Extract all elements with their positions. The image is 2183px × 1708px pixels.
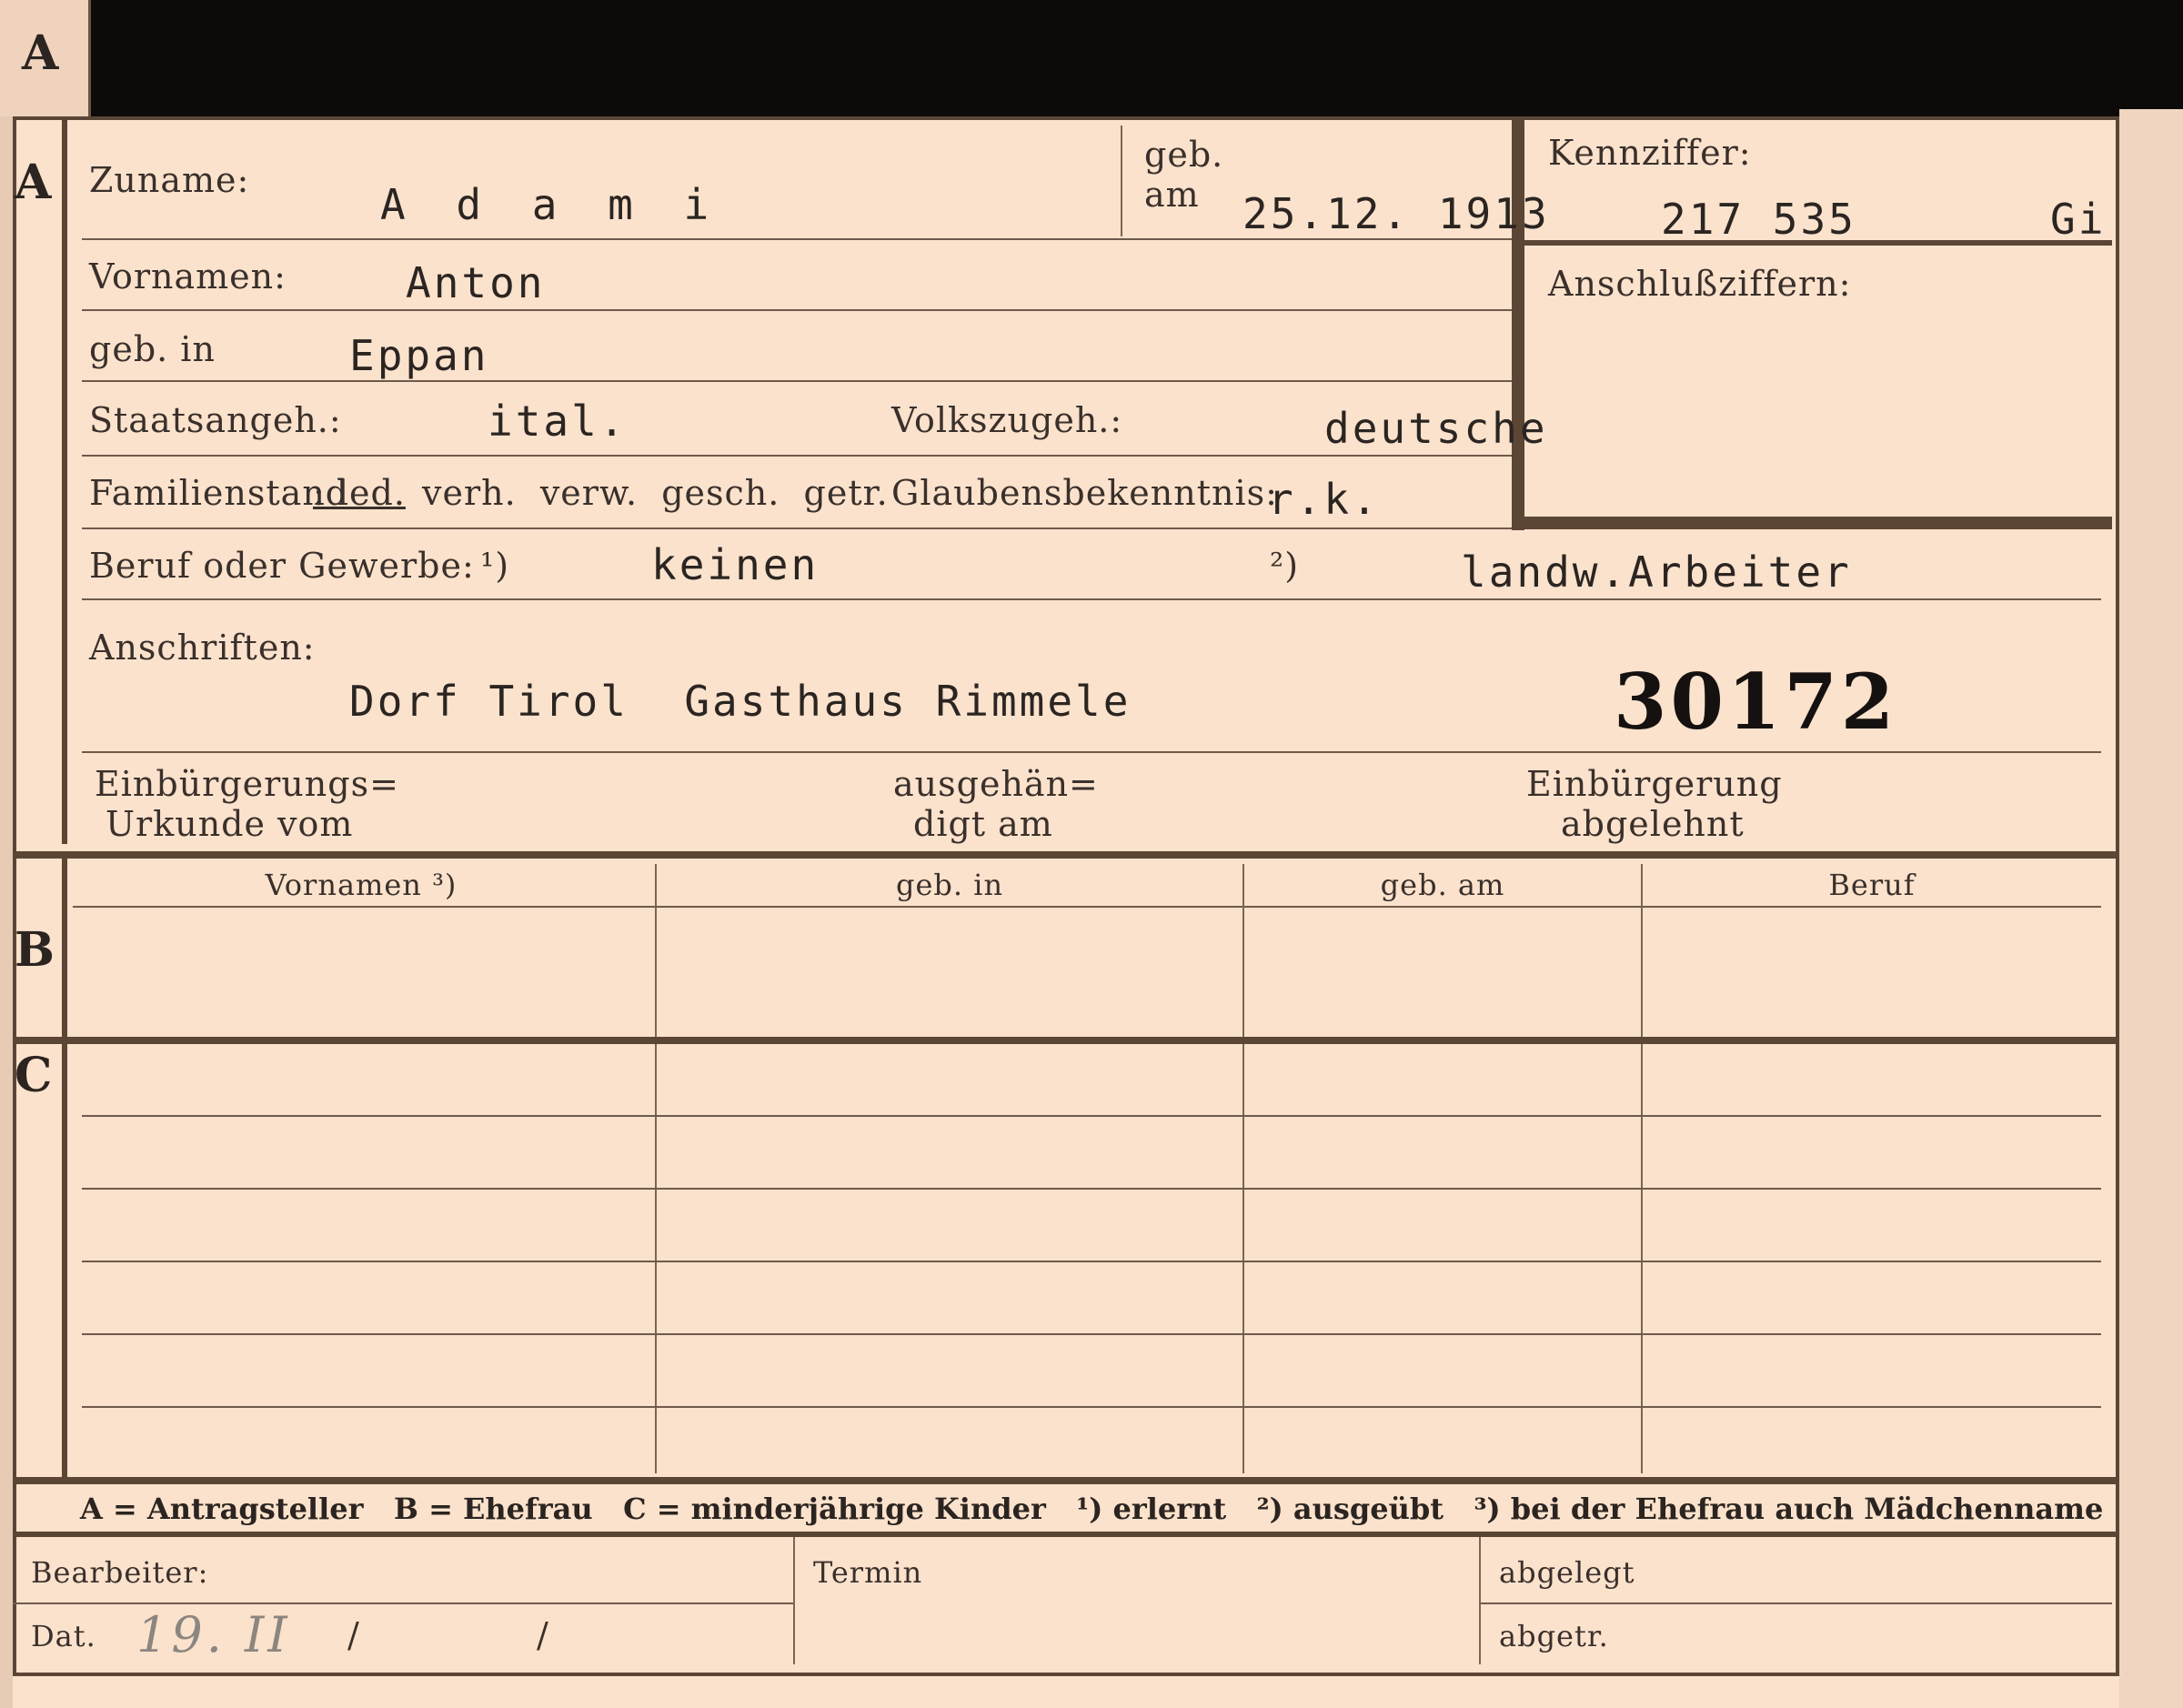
table-row-rule — [82, 1406, 2101, 1408]
reference-label: Kennziffer: — [1548, 133, 1752, 173]
born-on-value: 25.12. 1913 — [1242, 189, 1550, 238]
section-b-marker: B — [15, 922, 55, 978]
table-row-rule — [82, 1261, 2101, 1262]
ethnicity-label: Volkszugeh.: — [891, 400, 1123, 440]
handed-out-label-1: ausgehän= — [893, 764, 1099, 804]
naturalization-certificate-label-2: Urkunde vom — [106, 804, 354, 844]
handed-out-label-2: digt am — [913, 804, 1053, 844]
column-header-first-names: Vornamen ³) — [265, 868, 458, 902]
birthplace-label: geb. in — [89, 329, 216, 369]
born-on-label-2: am — [1144, 175, 1200, 215]
citizenship-value: ital. — [488, 397, 628, 446]
religion-label: Glaubensbekenntnis: — [891, 473, 1278, 513]
occupation-mark-practiced: ²) — [1270, 546, 1300, 586]
index-tab: A — [0, 0, 91, 116]
connection-numbers-label: Anschlußziffern: — [1548, 264, 1852, 304]
surname-label: Zuname: — [89, 160, 250, 200]
file-number-stamp: 30172 — [1614, 657, 1898, 747]
legend-top-separator — [13, 1477, 2119, 1484]
card-right-edge — [2119, 109, 2183, 1708]
column-divider — [1242, 864, 1244, 1473]
section-separator-a-b — [13, 851, 2119, 859]
date-slash-1: / — [347, 1615, 360, 1655]
deadline-label: Termin — [813, 1555, 923, 1590]
column-header-birth-date: geb. am — [1380, 868, 1505, 902]
row-rule — [82, 455, 1512, 457]
birthplace-value: Eppan — [349, 331, 489, 380]
legend-bottom-separator — [13, 1532, 2119, 1537]
section-c-marker: C — [15, 1048, 53, 1103]
naturalization-certificate-label-1: Einbürgerungs= — [95, 764, 399, 804]
surname-divider — [1121, 126, 1122, 236]
reference-box-bottom-border — [1512, 517, 2112, 529]
address-value: Dorf Tirol Gasthaus Rimmele — [349, 677, 1132, 726]
occupation-mark-learned: ¹) — [480, 546, 510, 586]
section-separator-b-c — [13, 1037, 2119, 1044]
table-row-rule — [82, 1333, 2101, 1335]
row-rule — [82, 238, 1512, 240]
reference-number: 217 535 — [1661, 195, 1856, 244]
filed-label: abgelegt — [1499, 1555, 1635, 1590]
legend-text: A = Antragsteller B = Ehefrau C = minder… — [80, 1492, 2104, 1526]
detached-label: abgetr. — [1499, 1619, 1609, 1653]
naturalization-rejected-label-1: Einbürgerung — [1526, 764, 1783, 804]
religion-value: r.k. — [1268, 475, 1380, 524]
row-rule — [82, 309, 1512, 311]
reference-suffix: Gi — [2050, 195, 2107, 244]
citizenship-label: Staatsangeh.: — [89, 400, 342, 440]
scanner-dark-background — [91, 0, 2183, 116]
column-divider — [655, 864, 657, 1473]
date-label: Dat. — [31, 1619, 96, 1653]
first-names-value: Anton — [406, 258, 546, 307]
date-handwritten: 19. II — [136, 1606, 291, 1663]
addresses-label: Anschriften: — [89, 628, 316, 668]
marital-status-options: verh. verw. gesch. getr. — [422, 473, 889, 513]
date-slash-2: / — [537, 1615, 549, 1655]
clerk-label: Bearbeiter: — [31, 1555, 209, 1590]
table-header-rule — [73, 906, 2101, 908]
occupation-learned-value: keinen — [651, 540, 820, 589]
column-divider — [1641, 864, 1643, 1473]
footer-divider — [793, 1537, 795, 1664]
surname-value: A d a m i — [380, 180, 722, 229]
clerk-rule — [13, 1603, 793, 1604]
row-rule — [82, 527, 1512, 529]
row-rule — [82, 751, 2101, 753]
index-tab-letter: A — [22, 25, 59, 81]
filed-rule — [1481, 1603, 2112, 1604]
reference-box-left-border — [1512, 116, 1524, 530]
occupation-label: Beruf oder Gewerbe: — [89, 546, 475, 586]
marital-status-selected: : led. — [313, 473, 406, 513]
section-a-left-rule — [62, 116, 67, 844]
first-names-label: Vornamen: — [89, 256, 287, 296]
born-on-label-1: geb. — [1144, 135, 1224, 175]
card-left-edge — [0, 116, 13, 1708]
footer-divider — [1479, 1537, 1481, 1664]
row-rule — [82, 380, 1512, 382]
marital-status-label: Familienstand — [89, 473, 349, 513]
section-bc-left-rule — [62, 859, 67, 1477]
row-rule — [82, 598, 2101, 600]
ethnicity-value: deutsche — [1324, 404, 1548, 453]
naturalization-rejected-label-2: abgelehnt — [1561, 804, 1745, 844]
table-row-rule — [82, 1115, 2101, 1117]
section-a-marker: A — [15, 155, 52, 210]
column-header-birthplace: geb. in — [895, 868, 1004, 902]
column-header-occupation: Beruf — [1828, 868, 1916, 902]
table-row-rule — [82, 1188, 2101, 1190]
occupation-practiced-value: landw.Arbeiter — [1461, 548, 1852, 597]
